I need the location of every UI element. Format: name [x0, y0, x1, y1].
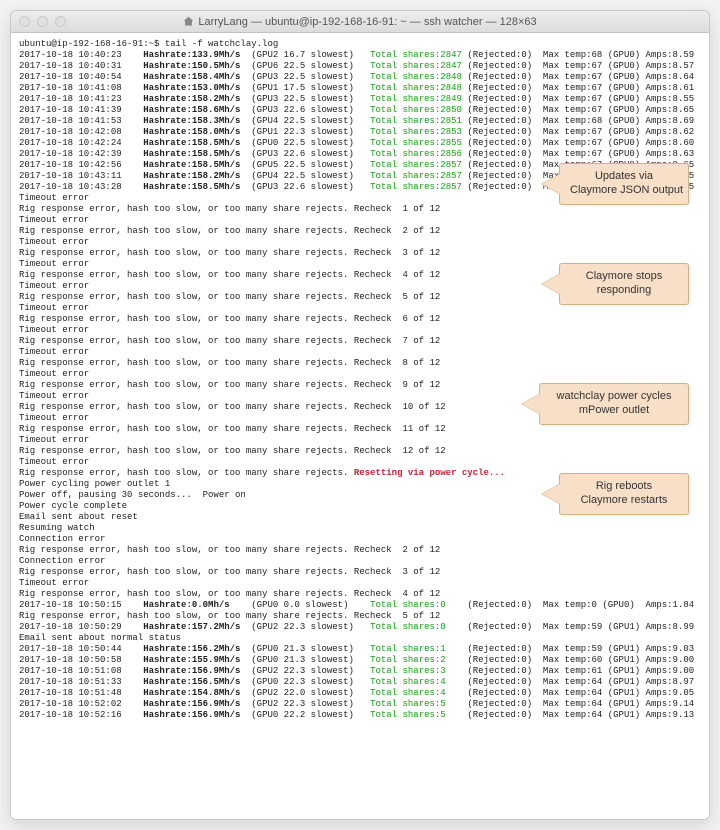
- recheck-line: Rig response error, hash too slow, or to…: [19, 314, 701, 325]
- timeout-line: Timeout error: [19, 347, 701, 358]
- recheck-line: Rig response error, hash too slow, or to…: [19, 336, 701, 347]
- log-row: 2017-10-18 10:52:16 Hashrate:156.9Mh/s (…: [19, 710, 701, 721]
- log-row: 2017-10-18 10:42:24 Hashrate:158.5Mh/s (…: [19, 138, 701, 149]
- callout-reboot: Rig rebootsClaymore restarts: [559, 473, 689, 515]
- log-row: 2017-10-18 10:52:02 Hashrate:156.9Mh/s (…: [19, 699, 701, 710]
- minimize-icon[interactable]: [37, 16, 48, 27]
- log-text: Resuming watch: [19, 523, 701, 534]
- log-text: Timeout error: [19, 578, 701, 589]
- timeout-line: Timeout error: [19, 435, 701, 446]
- recheck-line: Rig response error, hash too slow, or to…: [19, 204, 701, 215]
- home-icon: [183, 16, 194, 27]
- log-row: 2017-10-18 10:50:15 Hashrate:0.0Mh/s (GP…: [19, 600, 701, 611]
- log-row: 2017-10-18 10:41:53 Hashrate:158.3Mh/s (…: [19, 116, 701, 127]
- log-text: Rig response error, hash too slow, or to…: [19, 545, 701, 556]
- log-text: Connection error: [19, 534, 701, 545]
- timeout-line: Timeout error: [19, 215, 701, 226]
- recheck-line: Rig response error, hash too slow, or to…: [19, 358, 701, 369]
- log-row: 2017-10-18 10:40:54 Hashrate:158.4Mh/s (…: [19, 72, 701, 83]
- callout-json: Updates viaClaymore JSON output: [559, 163, 689, 205]
- timeout-line: Timeout error: [19, 369, 701, 380]
- email-line: Email sent about normal status: [19, 633, 701, 644]
- prompt: ubuntu@ip-192-168-16-91:~$ tail -f watch…: [19, 39, 701, 50]
- timeout-line: Timeout error: [19, 303, 701, 314]
- timeout-line: Timeout error: [19, 457, 701, 468]
- log-row: 2017-10-18 10:41:08 Hashrate:153.0Mh/s (…: [19, 83, 701, 94]
- terminal-window: LarryLang — ubuntu@ip-192-168-16-91: ~ —…: [10, 10, 710, 820]
- log-row: 2017-10-18 10:40:31 Hashrate:150.5Mh/s (…: [19, 61, 701, 72]
- log-text: Rig response error, hash too slow, or to…: [19, 589, 701, 600]
- callout-stops: Claymore stopsresponding: [559, 263, 689, 305]
- recheck-line: Rig response error, hash too slow, or to…: [19, 424, 701, 435]
- recheck-line: Rig response error, hash too slow, or to…: [19, 611, 701, 622]
- log-text: Connection error: [19, 556, 701, 567]
- log-row: 2017-10-18 10:50:29 Hashrate:157.2Mh/s (…: [19, 622, 701, 633]
- log-row: 2017-10-18 10:42:39 Hashrate:158.5Mh/s (…: [19, 149, 701, 160]
- log-row: 2017-10-18 10:41:39 Hashrate:158.6Mh/s (…: [19, 105, 701, 116]
- zoom-icon[interactable]: [55, 16, 66, 27]
- titlebar[interactable]: LarryLang — ubuntu@ip-192-168-16-91: ~ —…: [11, 11, 709, 33]
- title-text: LarryLang — ubuntu@ip-192-168-16-91: ~ —…: [198, 16, 536, 28]
- log-row: 2017-10-18 10:51:48 Hashrate:154.8Mh/s (…: [19, 688, 701, 699]
- timeout-line: Timeout error: [19, 237, 701, 248]
- log-row: 2017-10-18 10:42:08 Hashrate:158.0Mh/s (…: [19, 127, 701, 138]
- recheck-line: Rig response error, hash too slow, or to…: [19, 446, 701, 457]
- log-row: 2017-10-18 10:41:23 Hashrate:158.2Mh/s (…: [19, 94, 701, 105]
- window-title: LarryLang — ubuntu@ip-192-168-16-91: ~ —…: [11, 16, 709, 28]
- log-row: 2017-10-18 10:50:58 Hashrate:155.9Mh/s (…: [19, 655, 701, 666]
- log-row: 2017-10-18 10:51:08 Hashrate:156.9Mh/s (…: [19, 666, 701, 677]
- terminal-body[interactable]: ubuntu@ip-192-168-16-91:~$ tail -f watch…: [11, 33, 709, 819]
- recheck-line: Rig response error, hash too slow, or to…: [19, 248, 701, 259]
- log-row: 2017-10-18 10:51:33 Hashrate:156.5Mh/s (…: [19, 677, 701, 688]
- recheck-line: Rig response error, hash too slow, or to…: [19, 226, 701, 237]
- timeout-line: Timeout error: [19, 325, 701, 336]
- log-row: 2017-10-18 10:40:23 Hashrate:133.9Mh/s (…: [19, 50, 701, 61]
- log-row: 2017-10-18 10:50:44 Hashrate:156.2Mh/s (…: [19, 644, 701, 655]
- traffic-lights: [19, 16, 66, 27]
- callout-power: watchclay power cyclesmPower outlet: [539, 383, 689, 425]
- log-text: Rig response error, hash too slow, or to…: [19, 567, 701, 578]
- close-icon[interactable]: [19, 16, 30, 27]
